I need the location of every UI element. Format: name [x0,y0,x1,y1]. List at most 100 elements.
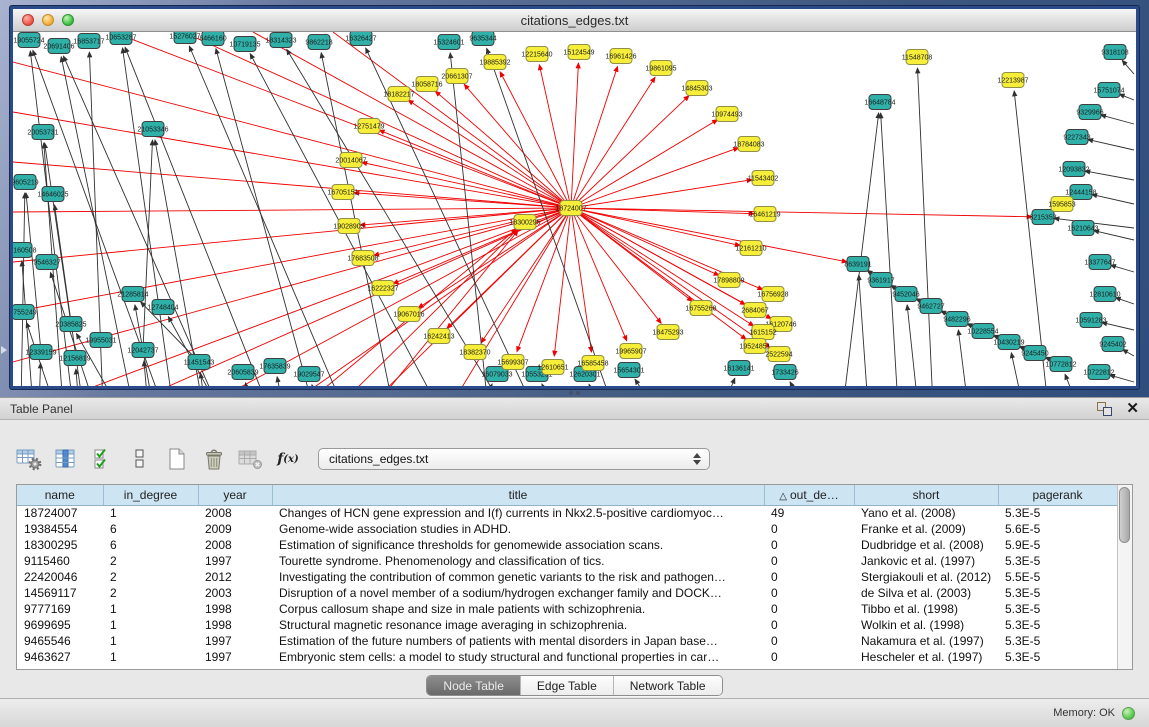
graph-node[interactable]: 9862218 [305,35,332,50]
table-vertical-scrollbar[interactable] [1117,485,1132,669]
table-cell[interactable]: Structural magnetic resonance image aver… [272,617,764,633]
graph-node[interactable]: 16756928 [757,287,788,302]
graph-node[interactable]: 12748404 [147,300,178,315]
table-cell[interactable]: Investigating the contribution of common… [272,569,764,585]
graph-node[interactable]: 20053731 [27,125,58,140]
table-cell[interactable]: 0 [764,585,854,601]
panel-collapse-arrow[interactable] [1,346,7,354]
table-row[interactable]: 977716911998Corpus callosum shape and si… [17,601,1117,617]
graph-node[interactable]: 19885392 [479,55,510,70]
graph-node[interactable]: 15699307 [497,355,528,370]
graph-node[interactable]: 10719135 [229,37,260,52]
graph-node[interactable]: 12810610 [1089,287,1120,302]
graph-node[interactable]: 12610651 [537,360,568,375]
graph-node[interactable]: 8466160 [199,32,226,46]
graph-node[interactable]: 1595853 [1048,197,1075,212]
table-cell[interactable]: 5.3E-5 [998,585,1117,601]
graph-node[interactable]: 16648784 [864,95,895,110]
table-cell[interactable]: Yano et al. (2008) [854,505,998,521]
graph-node[interactable]: 10653287 [105,32,136,45]
function-builder-icon[interactable]: f(x) [275,447,301,471]
graph-node[interactable]: 9462727 [917,299,944,314]
graph-node[interactable]: 12160508 [13,243,37,258]
graph-node[interactable]: 10430219 [993,335,1024,350]
graph-node[interactable]: 10591283 [1075,313,1106,328]
table-cell[interactable]: Stergiakouli et al. (2012) [854,569,998,585]
graph-node[interactable]: 12339159 [25,345,56,360]
delete-table-icon-disabled[interactable] [238,447,264,471]
table-cell[interactable]: 5.3E-5 [998,553,1117,569]
graph-node[interactable]: 12215640 [521,47,552,62]
network-svg[interactable]: 1905572420691406168537171065328715276027… [13,32,1136,386]
graph-node[interactable]: 16585458 [577,356,608,371]
graph-node[interactable]: 20385825 [55,317,86,332]
table-cell[interactable]: 2003 [198,585,272,601]
table-cell[interactable]: Franke et al. (2009) [854,521,998,537]
table-row[interactable]: 1830029562008Estimation of significance … [17,537,1117,553]
table-cell[interactable]: 14569117 [17,585,103,601]
graph-node[interactable]: 9605219 [13,175,39,190]
graph-node[interactable]: 11451543 [184,355,215,370]
graph-node[interactable]: 10974493 [711,107,742,122]
col-header-year[interactable]: year [198,485,272,505]
graph-node[interactable]: 8755249 [13,305,37,320]
zoom-window-button[interactable] [62,14,74,26]
table-cell[interactable]: Nakamura et al. (1997) [854,633,998,649]
table-cell[interactable]: Disruption of a novel member of a sodium… [272,585,764,601]
table-cell[interactable]: 1997 [198,649,272,665]
graph-node[interactable]: 16222327 [367,281,398,296]
table-cell[interactable]: Changes of HCN gene expression and I(f) … [272,505,764,521]
graph-node[interactable]: 16961426 [605,49,636,64]
graph-node[interactable]: 1615152 [749,325,776,340]
table-cell[interactable]: 5.9E-5 [998,537,1117,553]
table-select-dropdown[interactable]: citations_edges.txt [318,448,710,470]
graph-node[interactable]: 10772812 [1045,357,1076,372]
graph-node[interactable]: 19029547 [293,367,324,382]
table-cell[interactable]: 1 [103,617,198,633]
graph-node[interactable]: 16326427 [345,32,376,46]
table-cell[interactable]: 2012 [198,569,272,585]
table-cell[interactable]: 0 [764,617,854,633]
graph-node[interactable]: 17683508 [347,251,378,266]
table-cell[interactable]: 1997 [198,633,272,649]
table-cell[interactable]: 2009 [198,521,272,537]
table-cell[interactable]: 2 [103,569,198,585]
graph-node[interactable]: 16242413 [423,329,454,344]
graph-node[interactable]: 12213987 [997,73,1028,88]
memory-ok-indicator-icon[interactable] [1122,707,1135,720]
row-height-icon[interactable] [127,447,153,471]
graph-node[interactable]: 15324601 [433,35,464,50]
graph-node[interactable]: 18475293 [652,325,683,340]
col-header-in-degree[interactable]: in_degree [103,485,198,505]
table-cell[interactable]: 0 [764,633,854,649]
table-settings-icon[interactable] [16,447,42,471]
table-cell[interactable]: 2 [103,585,198,601]
table-cell[interactable]: 5.6E-5 [998,521,1117,537]
table-cell[interactable]: 2 [103,553,198,569]
column-visibility-icon[interactable] [53,447,79,471]
graph-node[interactable]: 12156819 [59,351,90,366]
graph-node[interactable]: 21285814 [117,287,148,302]
table-cell[interactable]: 9699695 [17,617,103,633]
graph-node[interactable]: 9635344 [469,32,496,46]
graph-node[interactable]: 20661307 [441,69,472,84]
table-cell[interactable]: 6 [103,521,198,537]
table-row[interactable]: 946362711997Embryonic stem cells: a mode… [17,649,1117,665]
delete-column-icon[interactable] [201,447,227,471]
node-layer[interactable]: 1905572420691406168537171065328715276027… [13,32,1129,382]
graph-node[interactable]: 13377647 [1084,255,1115,270]
graph-node[interactable]: 19028903 [333,219,364,234]
graph-node[interactable]: 14845303 [681,81,712,96]
graph-node[interactable]: 20605839 [227,365,258,380]
table-row[interactable]: 946554611997Estimation of the future num… [17,633,1117,649]
table-cell[interactable]: de Silva et al. (2003) [854,585,998,601]
table-cell[interactable]: 1998 [198,601,272,617]
graph-node[interactable]: 20014067 [335,153,366,168]
graph-node[interactable]: 12042737 [127,343,158,358]
graph-node[interactable]: 18300295 [509,215,540,230]
table-cell[interactable]: 5.3E-5 [998,633,1117,649]
table-cell[interactable]: 19384554 [17,521,103,537]
graph-node[interactable]: 9245450 [1021,346,1048,361]
graph-node[interactable]: 18314323 [265,33,296,48]
table-cell[interactable]: Corpus callosum shape and size in male p… [272,601,764,617]
